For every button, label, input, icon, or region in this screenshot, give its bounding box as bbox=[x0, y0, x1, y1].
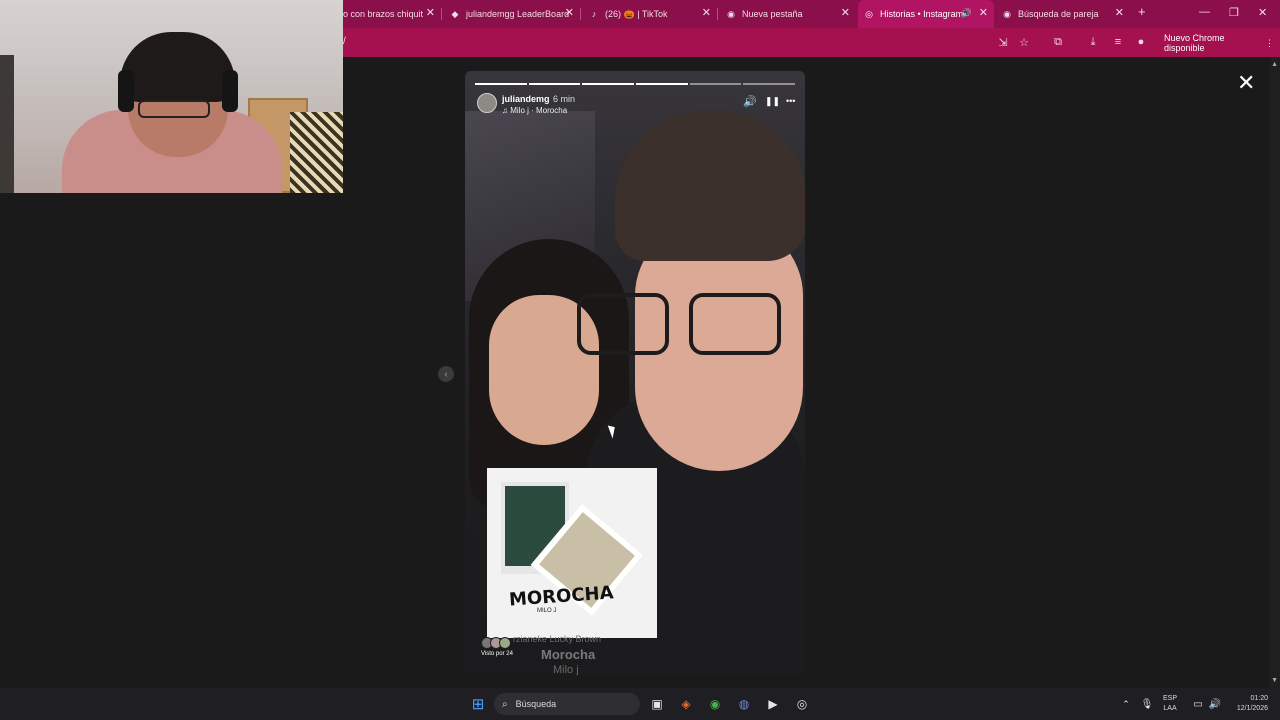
progress-segment bbox=[743, 83, 796, 85]
windows-start-icon[interactable]: ⊞ bbox=[469, 695, 487, 713]
progress-segment bbox=[528, 83, 581, 85]
tab-label: Búsqueda de pareja bbox=[1018, 9, 1099, 19]
tab-label: juliandemgg LeaderBoard bbox=[466, 9, 570, 19]
chrome-icon[interactable]: ◉ bbox=[706, 695, 724, 713]
update-label: Nuevo Chrome disponible bbox=[1164, 33, 1225, 53]
tray-overflow-icon[interactable]: ⌃ bbox=[1117, 695, 1135, 713]
tab-label: Nueva pestaña bbox=[742, 9, 803, 19]
restore-button[interactable]: ❐ bbox=[1229, 6, 1239, 19]
volume-icon[interactable]: 🔊 bbox=[1206, 695, 1224, 713]
pause-icon[interactable]: ❚❚ bbox=[765, 96, 780, 107]
progress-segment bbox=[636, 83, 688, 85]
copilot-icon[interactable]: ◈ bbox=[677, 695, 695, 713]
viewers-label: Visto por 24 bbox=[481, 651, 513, 657]
search-icon: ⌕ bbox=[502, 698, 508, 710]
media-player-icon[interactable]: ▶ bbox=[764, 695, 782, 713]
tab-leaderboard[interactable]: ◆ juliandemgg LeaderBoard ✕ bbox=[444, 0, 580, 28]
tab-audio-icon[interactable]: 🔊 bbox=[961, 8, 972, 19]
tab-instagram-historias[interactable]: ◎ Historias • Instagram 🔊 ✕ bbox=[858, 0, 994, 28]
progress-segment bbox=[582, 83, 635, 85]
chrome-favicon-icon: ◉ bbox=[1003, 8, 1011, 19]
leaderboard-favicon-icon: ◆ bbox=[451, 8, 459, 19]
downloads-icon[interactable]: ⤓ bbox=[1086, 35, 1100, 49]
tab-brazos[interactable]: o con brazos chiquit ✕ bbox=[343, 0, 441, 28]
story-username[interactable]: juliandemg bbox=[502, 94, 550, 104]
webcam-overlay bbox=[0, 0, 343, 193]
extensions-icon[interactable]: ⧉ bbox=[1051, 35, 1065, 49]
tiktok-favicon-icon: ♪ bbox=[591, 9, 597, 19]
scroll-down-icon[interactable]: ▼ bbox=[1271, 677, 1278, 684]
scroll-up-icon[interactable]: ▲ bbox=[1271, 61, 1278, 68]
microphone-icon[interactable]: 🎙 bbox=[1138, 695, 1156, 713]
tab-separator bbox=[717, 8, 718, 20]
tab-close-icon[interactable]: ✕ bbox=[1115, 8, 1124, 19]
tab-separator bbox=[580, 8, 581, 20]
system-clock[interactable]: 01:20 12/1/2026 bbox=[1228, 694, 1268, 714]
sticker-subtitle: MILO J bbox=[537, 608, 557, 614]
ghost-text: Morocha bbox=[541, 647, 596, 662]
tab-close-icon[interactable]: ✕ bbox=[702, 8, 711, 19]
story-header: juliandemg 6 min ♫ Milo j · Morocha 🔊 ❚❚… bbox=[477, 93, 797, 117]
discord-icon[interactable]: ◍ bbox=[735, 695, 753, 713]
new-tab-button[interactable]: + bbox=[1138, 4, 1146, 19]
music-sticker[interactable]: MOROCHA MILO J bbox=[487, 468, 657, 638]
tab-close-icon[interactable]: ✕ bbox=[841, 8, 850, 19]
reading-list-icon[interactable]: ≡ bbox=[1111, 35, 1125, 49]
progress-segment bbox=[689, 83, 742, 85]
tab-label: (26) 🎃 | TikTok bbox=[605, 8, 668, 19]
story-time: 6 min bbox=[553, 94, 576, 104]
chrome-update-button[interactable]: Nuevo Chrome disponible ⋮ bbox=[1158, 33, 1280, 53]
scrollbar[interactable]: ▲ ▼ bbox=[1270, 57, 1280, 688]
tab-close-icon[interactable]: ✕ bbox=[426, 8, 435, 19]
close-story-button[interactable]: ✕ bbox=[1237, 72, 1255, 94]
address-bar-fragment[interactable]: / bbox=[343, 36, 346, 47]
install-app-icon[interactable]: ⇲ bbox=[996, 35, 1010, 49]
obs-icon[interactable]: ◎ bbox=[793, 695, 811, 713]
menu-dots-icon[interactable]: ⋮ bbox=[1265, 38, 1274, 49]
chrome-favicon-icon: ◉ bbox=[727, 8, 735, 19]
previous-story-button[interactable]: ‹ bbox=[438, 366, 454, 382]
instagram-favicon-icon: ◎ bbox=[865, 8, 873, 19]
sound-icon[interactable]: 🔊 bbox=[743, 95, 757, 108]
tab-tiktok[interactable]: ♪ (26) 🎃 | TikTok ✕ bbox=[583, 0, 717, 28]
progress-segment bbox=[475, 83, 527, 85]
story-card[interactable]: juliandemg 6 min ♫ Milo j · Morocha 🔊 ❚❚… bbox=[465, 71, 805, 675]
tab-label: o con brazos chiquit bbox=[343, 9, 424, 19]
ghost-text: rzianeke Lucky Brown bbox=[513, 634, 602, 644]
clock-date: 12/1/2026 bbox=[1236, 705, 1268, 712]
search-label: Búsqueda bbox=[515, 699, 557, 709]
tab-close-icon[interactable]: ✕ bbox=[565, 8, 574, 19]
taskbar-search[interactable]: ⌕ Búsqueda bbox=[494, 693, 640, 715]
more-options-icon[interactable]: ••• bbox=[786, 96, 795, 106]
story-photo-glasses bbox=[577, 293, 787, 357]
story-progress-bar bbox=[475, 83, 796, 85]
language-indicator[interactable]: ESP LAA bbox=[1163, 694, 1177, 714]
story-photo-person bbox=[615, 111, 805, 261]
windows-taskbar: ⊞ ⌕ Búsqueda ▣ ◈ ◉ ◍ ▶ ◎ ⌃ 🎙 ESP LAA ▭ 🔊… bbox=[0, 688, 1280, 720]
avatar[interactable] bbox=[477, 93, 497, 113]
tab-busqueda-pareja[interactable]: ◉ Búsqueda de pareja ✕ bbox=[996, 0, 1130, 28]
bookmark-star-icon[interactable]: ☆ bbox=[1017, 35, 1031, 49]
task-view-icon[interactable]: ▣ bbox=[648, 695, 666, 713]
profile-avatar-icon[interactable]: ● bbox=[1134, 35, 1148, 49]
tab-close-icon[interactable]: ✕ bbox=[979, 8, 988, 19]
network-icon[interactable]: ▭ bbox=[1189, 695, 1207, 713]
screen: o con brazos chiquit ✕ ◆ juliandemgg Lea… bbox=[0, 0, 1280, 720]
story-song[interactable]: ♫ Milo j · Morocha bbox=[502, 106, 567, 115]
clock-time: 01:20 bbox=[1250, 695, 1268, 702]
tab-separator bbox=[441, 8, 442, 20]
window-close-button[interactable]: ✕ bbox=[1258, 6, 1267, 19]
tab-label: Historias • Instagram bbox=[880, 9, 964, 19]
ghost-text: Milo j bbox=[553, 664, 579, 675]
minimize-button[interactable]: — bbox=[1199, 6, 1210, 18]
tab-nueva-pestana[interactable]: ◉ Nueva pestaña ✕ bbox=[720, 0, 856, 28]
